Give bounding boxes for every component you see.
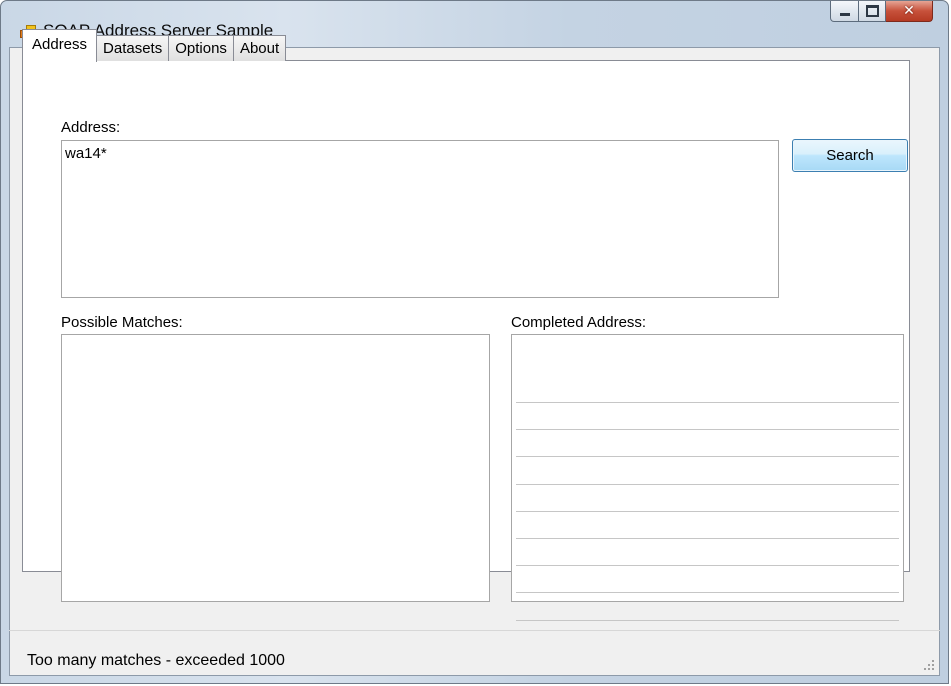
completed-address-line	[516, 592, 899, 594]
possible-matches-label: Possible Matches:	[61, 314, 183, 331]
tab-options[interactable]: Options	[168, 35, 234, 61]
status-text: Too many matches - exceeded 1000	[27, 652, 285, 669]
tab-datasets[interactable]: Datasets	[96, 35, 170, 61]
tab-address[interactable]: Address	[22, 29, 98, 62]
completed-address-line	[516, 538, 899, 539]
tab-about[interactable]: About	[232, 35, 287, 61]
close-button[interactable]: ✕	[886, 1, 933, 22]
search-button[interactable]: Search	[792, 139, 908, 172]
completed-address-line	[516, 565, 899, 567]
close-icon: ✕	[903, 3, 915, 19]
completed-address-line	[516, 456, 899, 458]
maximize-icon	[865, 5, 879, 17]
completed-address-lines	[516, 335, 899, 621]
main-window: SOAP Address Server Sample ✕ Address Dat…	[0, 0, 949, 684]
completed-address-label: Completed Address:	[511, 314, 647, 331]
caption-buttons: ✕	[830, 1, 933, 23]
completed-address-line	[516, 483, 899, 485]
address-label: Address:	[61, 119, 121, 136]
tab-strip: Address Datasets Options About	[22, 28, 287, 62]
minimize-icon	[839, 13, 850, 16]
completed-address-line	[516, 429, 899, 431]
minimize-button[interactable]	[830, 1, 859, 22]
possible-matches-list[interactable]	[61, 334, 490, 602]
completed-address-line	[516, 619, 899, 621]
completed-address-line	[516, 510, 899, 512]
completed-address-line	[516, 402, 899, 403]
resize-grip-icon[interactable]	[923, 659, 935, 671]
maximize-button[interactable]	[859, 1, 886, 22]
address-input[interactable]: wa14*	[61, 140, 779, 298]
status-bar: Too many matches - exceeded 1000	[9, 630, 940, 677]
completed-address-box[interactable]	[511, 334, 904, 621]
